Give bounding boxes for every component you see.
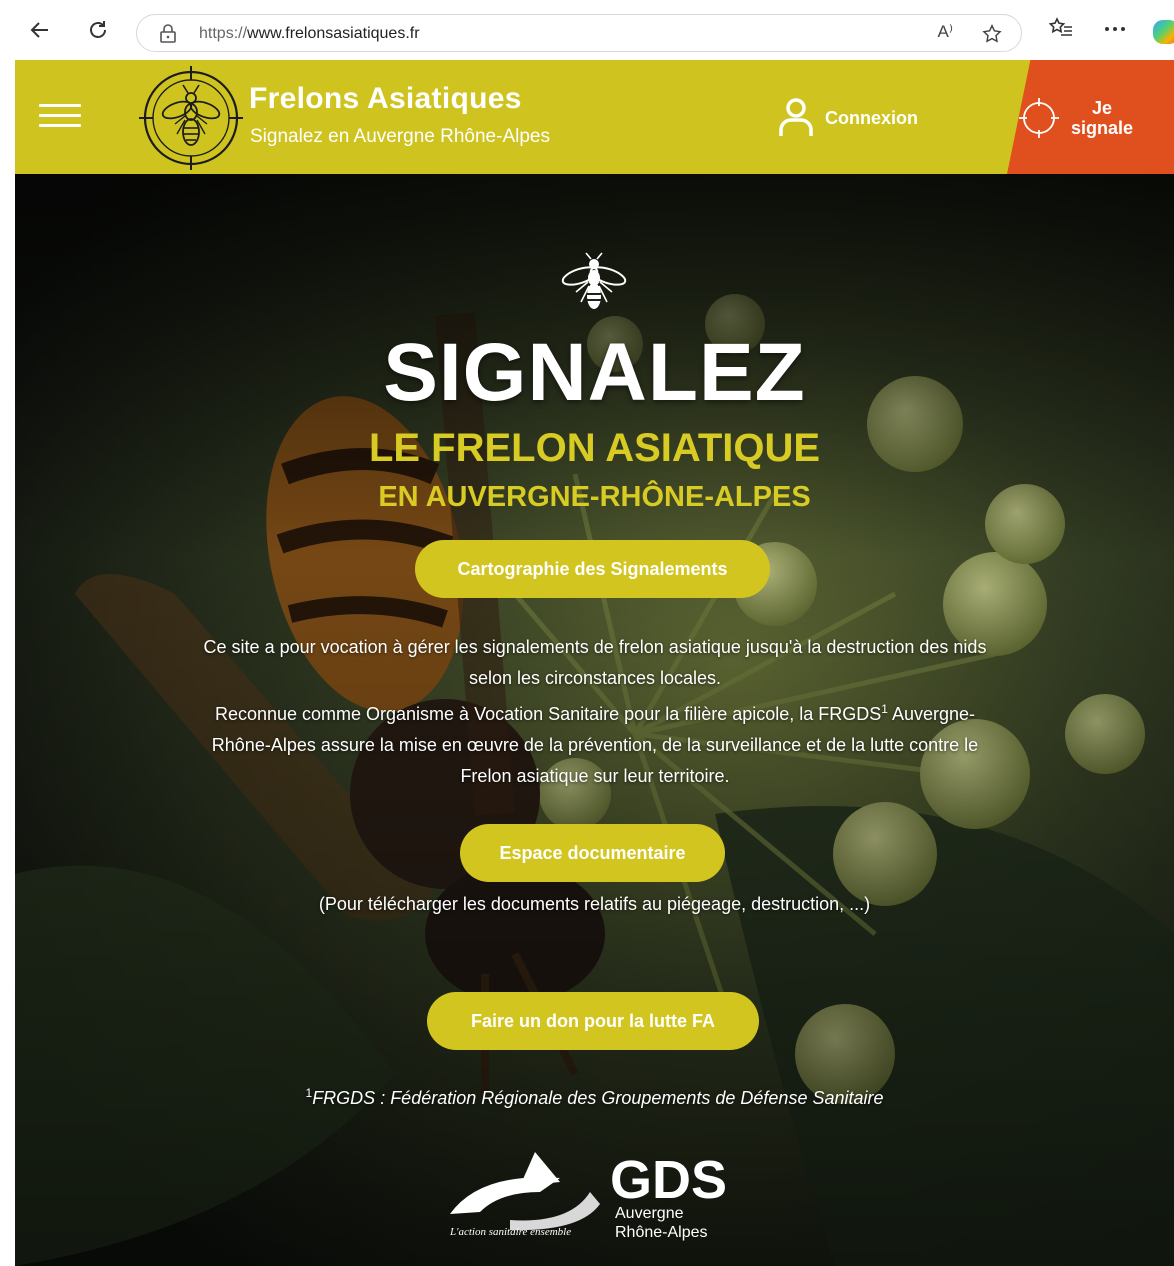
donate-button[interactable]: Faire un don pour la lutte FA: [427, 992, 759, 1050]
report-label[interactable]: Je signale: [1067, 98, 1137, 138]
brand-subtitle: Signalez en Auvergne Rhône-Alpes: [250, 126, 550, 147]
hornet-icon: [561, 252, 627, 309]
read-aloud-icon[interactable]: A⁾: [937, 22, 953, 42]
footnote: 1FRGDS : Fédération Régionale des Groupe…: [305, 1086, 884, 1108]
favorite-star-icon[interactable]: [981, 23, 1003, 45]
browser-toolbar: https://www.frelonsasiatiques.fr A⁾: [0, 0, 1174, 60]
hero-subtitle-1: LE FRELON ASIATIQUE: [368, 426, 821, 470]
hero-subtitle-2: EN AUVERGNE-RHÔNE-ALPES: [378, 481, 811, 513]
brand-title[interactable]: Frelons Asiatiques: [249, 82, 522, 116]
site-header: Frelons Asiatiques Signalez en Auvergne …: [15, 60, 1174, 174]
documents-button[interactable]: Espace documentaire: [460, 824, 725, 882]
intro-text: Ce site a pour vocation à gérer les sign…: [203, 637, 987, 786]
lock-icon[interactable]: [159, 24, 177, 44]
hornet-logo-icon[interactable]: [139, 66, 243, 170]
gds-logo[interactable]: L'action sanitaire ensemble GDS Auvergne…: [440, 1142, 740, 1242]
hero-content: SIGNALEZ LE FRELON ASIATIQUE EN AUVERGNE…: [15, 174, 1174, 1266]
map-button[interactable]: Cartographie des Signalements: [415, 540, 770, 598]
copilot-icon[interactable]: [1153, 20, 1174, 44]
address-bar[interactable]: https://www.frelonsasiatiques.fr A⁾: [136, 14, 1022, 52]
user-icon[interactable]: [777, 96, 815, 138]
gds-region-line2: Rhône-Alpes: [615, 1224, 708, 1241]
menu-icon[interactable]: [39, 104, 81, 132]
favorites-list-icon[interactable]: [1048, 16, 1074, 40]
login-link[interactable]: Connexion: [825, 108, 918, 129]
more-options-icon[interactable]: [1104, 26, 1126, 32]
refresh-icon: [90, 21, 106, 38]
hero-section: SIGNALEZ LE FRELON ASIATIQUE EN AUVERGNE…: [15, 174, 1174, 1266]
back-button[interactable]: [24, 14, 56, 46]
gds-wordmark: GDS: [610, 1150, 727, 1210]
back-arrow-icon: [30, 22, 48, 38]
gds-region-line1: Auvergne: [615, 1205, 684, 1222]
gds-tagline: L'action sanitaire ensemble: [449, 1226, 571, 1238]
target-icon[interactable]: [1019, 98, 1059, 138]
documents-note: (Pour télécharger les documents relatifs…: [318, 894, 871, 914]
url-text[interactable]: https://www.frelonsasiatiques.fr: [199, 25, 420, 43]
refresh-button[interactable]: [82, 14, 114, 46]
hero-headline: SIGNALEZ: [383, 327, 806, 418]
